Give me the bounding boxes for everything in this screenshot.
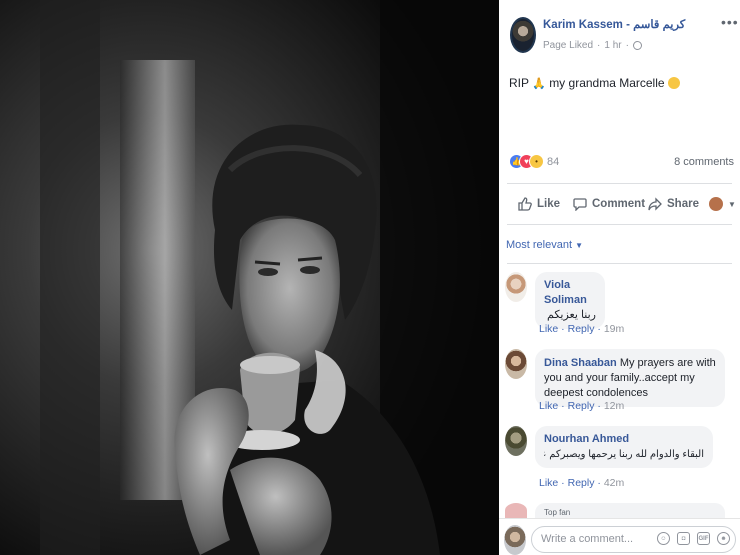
like-label: Like [537, 198, 561, 210]
sticker-icon[interactable]: ☻ [717, 532, 730, 545]
comment-text: ربنا يعزيكم [547, 309, 596, 321]
comment-reply-link[interactable]: Reply [568, 477, 595, 489]
reaction-as-selector[interactable]: ▼ [709, 197, 736, 211]
comment-composer: Write a comment... ☺ ◘ GIF ☻ [499, 518, 740, 555]
top-fan-badge: Top fan [535, 503, 725, 518]
comment-time[interactable]: 19m [604, 323, 624, 335]
gif-icon[interactable]: GIF [697, 532, 710, 545]
divider [507, 263, 732, 264]
share-icon [648, 197, 662, 211]
comment-actions: Like · Reply · 12m [539, 400, 625, 412]
top-fan-label: Top fan [544, 508, 571, 517]
comment-actions: Like · Reply · 42m [539, 477, 625, 489]
divider [507, 183, 732, 184]
comments-count[interactable]: 8 comments [674, 156, 734, 168]
separator-dot: · [597, 40, 601, 51]
like-button[interactable]: Like [518, 197, 560, 211]
commenter-name[interactable]: Viola Soliman [544, 278, 596, 308]
comment-input-placeholder: Write a comment... [541, 533, 634, 545]
comment-like-link[interactable]: Like [539, 400, 558, 412]
comment-text: البقاء والدوام لله ربنا يرحمها ويصبركم ع… [544, 449, 704, 460]
comment-icon [573, 198, 587, 211]
praying-hands-icon: 🙏 [532, 78, 546, 90]
comment-reply-link[interactable]: Reply [568, 400, 595, 412]
author-avatar[interactable] [510, 17, 536, 53]
comment-bubble: Dina Shaaban My prayers are with you and… [535, 349, 725, 407]
share-label: Share [667, 198, 699, 210]
post-panel: Karim Kassem - كريم قاسم Page Liked · 1 … [499, 0, 740, 555]
post-header: Karim Kassem - كريم قاسم Page Liked · 1 … [499, 0, 740, 60]
post-text-body: my grandma Marcelle [549, 76, 665, 90]
comment-actions: Like · Reply · 19m [539, 323, 625, 335]
post-text: RIP 🙏 my grandma Marcelle [509, 76, 680, 90]
viewer-avatar [709, 197, 723, 211]
viewer-avatar [504, 525, 526, 555]
author-name[interactable]: Karim Kassem - كريم قاسم [543, 17, 685, 31]
post-meta: Page Liked · 1 hr · [543, 40, 642, 51]
comment-bubble: Viola Soliman ربنا يعزيكم [535, 272, 605, 329]
comment-time[interactable]: 42m [604, 477, 624, 489]
commenter-avatar[interactable] [505, 349, 527, 379]
post-photo[interactable] [0, 0, 499, 555]
reaction-count: 84 [547, 155, 560, 168]
comment-sort-dropdown[interactable]: Most relevant ▼ [506, 239, 583, 251]
emoji-icon[interactable]: ☺ [657, 532, 670, 545]
globe-icon [632, 41, 642, 50]
comment-button[interactable]: Comment [573, 197, 645, 211]
post-text-prefix: RIP [509, 76, 529, 90]
share-button[interactable]: Share [648, 197, 699, 211]
camera-icon[interactable]: ◘ [677, 532, 690, 545]
caret-down-icon: ▼ [575, 241, 584, 250]
commenter-avatar[interactable] [505, 272, 527, 302]
post-time[interactable]: 1 hr [604, 40, 621, 51]
comment-like-link[interactable]: Like [539, 477, 558, 489]
photo-grandma-tea-image [0, 0, 499, 555]
divider [507, 224, 732, 225]
comment-label: Comment [592, 198, 646, 210]
commenter-avatar[interactable] [505, 426, 527, 456]
reactions-summary[interactable]: 👍 ♥ • 84 [509, 154, 559, 169]
scrollbar[interactable] [736, 0, 740, 518]
action-bar: Like Comment Share ▼ [499, 190, 740, 218]
thumbs-up-icon [518, 197, 532, 211]
comment-sort-label: Most relevant [506, 239, 573, 251]
sad-face-icon [667, 77, 680, 89]
comment-bubble: Nourhan Ahmed البقاء والدوام لله ربنا ير… [535, 426, 713, 468]
separator-dot: · [625, 40, 629, 51]
caret-down-icon: ▼ [728, 199, 736, 209]
composer-icons: ☺ ◘ GIF ☻ [657, 532, 730, 545]
sad-reaction-icon: • [529, 154, 544, 169]
commenter-name[interactable]: Dina Shaaban [544, 357, 617, 369]
comment-reply-link[interactable]: Reply [568, 323, 595, 335]
comment-time[interactable]: 12m [604, 400, 624, 412]
commenter-avatar[interactable] [505, 503, 527, 518]
comment-like-link[interactable]: Like [539, 323, 558, 335]
commenter-name[interactable]: Nourhan Ahmed [544, 432, 704, 447]
page-liked-label: Page Liked [543, 40, 594, 51]
